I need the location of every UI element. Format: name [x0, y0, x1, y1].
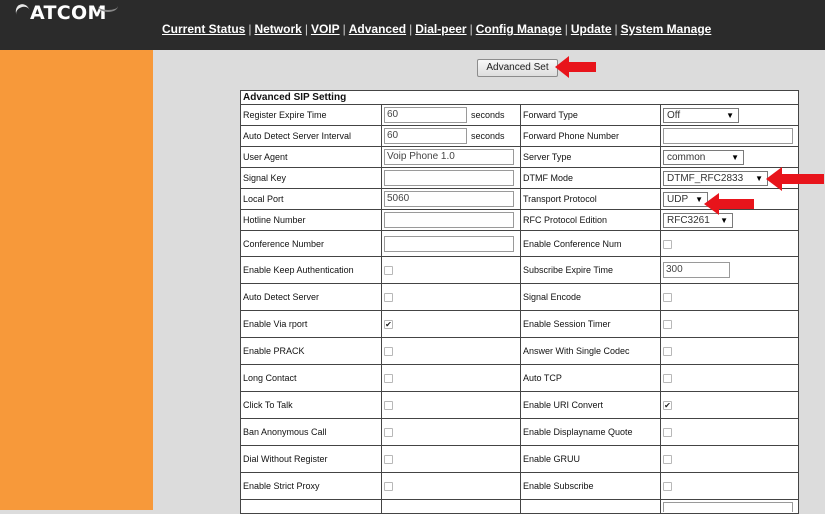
enable-strict-proxy-checkbox[interactable] — [384, 482, 393, 492]
label-register-expire-time: Register Expire Time — [240, 104, 382, 126]
label-transport-protocol: Transport Protocol — [520, 188, 661, 210]
hotline-number-input[interactable] — [384, 212, 514, 228]
ban-anonymous-call-checkbox[interactable] — [384, 428, 393, 438]
label-long-contact: Long Contact — [240, 364, 382, 392]
nav-current-status[interactable]: Current Status — [162, 22, 245, 36]
main-nav: Current Status | Network | VOIP | Advanced | Dia… — [162, 22, 712, 36]
label-rfc-protocol-edition: RFC Protocol Edition — [520, 209, 661, 231]
logo-arc-icon — [98, 0, 118, 12]
label-auto-tcp: Auto TCP — [520, 364, 661, 392]
label-dtmf-mode: DTMF Mode — [520, 167, 661, 189]
answer-with-single-codec-checkbox[interactable] — [663, 347, 672, 357]
label-answer-with-single-codec: Answer With Single Codec — [520, 337, 661, 365]
label-click-to-talk: Click To Talk — [240, 391, 382, 419]
local-port-input[interactable]: 5060 — [384, 191, 514, 207]
nav-update[interactable]: Update — [571, 22, 612, 36]
auto-tcp-checkbox[interactable] — [663, 374, 672, 384]
label-local-port: Local Port — [240, 188, 382, 210]
label-subscribe-expire-time: Subscribe Expire Time — [520, 256, 661, 284]
nav-config-manage[interactable]: Config Manage — [476, 22, 562, 36]
chevron-down-icon: ▼ — [720, 215, 728, 225]
label-signal-encode: Signal Encode — [520, 283, 661, 311]
forward-phone-number-input[interactable] — [663, 128, 793, 144]
conference-number-input[interactable] — [384, 235, 514, 252]
label-enable-gruu: Enable GRUU — [520, 445, 661, 473]
label-enable-via-rport: Enable Via rport — [240, 310, 382, 338]
forward-type-select[interactable]: Off ▼ — [663, 107, 739, 123]
label-signal-key: Signal Key — [240, 167, 382, 189]
advanced-sip-setting-table: Advanced SIP Setting Register Expire Tim… — [240, 90, 799, 514]
section-title: Advanced SIP Setting — [240, 90, 799, 105]
label-ban-anonymous-call: Ban Anonymous Call — [240, 418, 382, 446]
enable-gruu-checkbox[interactable] — [663, 455, 672, 465]
label-enable-keep-authentication: Enable Keep Authentication — [240, 256, 382, 284]
seconds-unit: seconds — [471, 131, 505, 141]
nav-advanced[interactable]: Advanced — [349, 22, 406, 36]
chevron-down-icon: ▼ — [731, 152, 739, 162]
click-to-talk-checkbox[interactable] — [384, 401, 393, 411]
nav-dial-peer[interactable]: Dial-peer — [415, 22, 466, 36]
enable-displayname-quote-checkbox[interactable] — [663, 428, 672, 438]
enable-uri-convert-checkbox[interactable]: ✔ — [663, 401, 672, 411]
label-enable-strict-proxy: Enable Strict Proxy — [240, 472, 382, 500]
enable-conference-num-checkbox[interactable] — [663, 239, 672, 249]
label-hotline-number: Hotline Number — [240, 209, 382, 231]
advanced-set-button[interactable]: Advanced Set — [477, 59, 558, 77]
enable-keep-authentication-checkbox[interactable] — [384, 266, 393, 276]
auto-detect-server-checkbox[interactable] — [384, 293, 393, 303]
enable-via-rport-checkbox[interactable]: ✔ — [384, 320, 393, 330]
signal-encode-checkbox[interactable] — [663, 293, 672, 303]
logo: ATCOM — [30, 2, 107, 24]
label-user-agent: User Agent — [240, 146, 382, 168]
chevron-down-icon: ▼ — [726, 110, 734, 120]
nav-voip[interactable]: VOIP — [311, 22, 340, 36]
label-enable-uri-convert: Enable URI Convert — [520, 391, 661, 419]
label-enable-conference-num: Enable Conference Num — [520, 230, 661, 257]
nav-network[interactable]: Network — [254, 22, 301, 36]
user-agent-input[interactable]: Voip Phone 1.0 — [384, 149, 514, 165]
auto-detect-server-interval-input[interactable]: 60 — [384, 128, 467, 144]
label-forward-type: Forward Type — [520, 104, 661, 126]
nav-system-manage[interactable]: System Manage — [621, 22, 712, 36]
enable-prack-checkbox[interactable] — [384, 347, 393, 357]
server-type-select[interactable]: common ▼ — [663, 149, 744, 165]
enable-session-timer-checkbox[interactable] — [663, 320, 672, 330]
cut-off-input[interactable] — [663, 501, 793, 512]
table-row-cut-off — [240, 499, 382, 514]
signal-key-input[interactable] — [384, 170, 514, 186]
label-enable-displayname-quote: Enable Displayname Quote — [520, 418, 661, 446]
top-bar: ATCOM Current Status | Network | VOIP | Advanc… — [0, 0, 825, 50]
register-expire-time-input[interactable]: 60 — [384, 107, 467, 123]
label-auto-detect-server: Auto Detect Server — [240, 283, 382, 311]
annotation-arrow-icon — [704, 193, 754, 215]
label-enable-prack: Enable PRACK — [240, 337, 382, 365]
dial-without-register-checkbox[interactable] — [384, 455, 393, 465]
transport-protocol-select[interactable]: UDP ▼ — [663, 191, 708, 207]
annotation-arrow-icon — [555, 56, 596, 78]
subscribe-expire-time-input[interactable]: 300 — [663, 262, 730, 278]
label-dial-without-register: Dial Without Register — [240, 445, 382, 473]
label-conference-number: Conference Number — [240, 230, 382, 257]
label-forward-phone-number: Forward Phone Number — [520, 125, 661, 147]
long-contact-checkbox[interactable] — [384, 374, 393, 384]
annotation-arrow-icon — [766, 167, 824, 191]
label-auto-detect-server-interval: Auto Detect Server Interval — [240, 125, 382, 147]
left-sidebar — [0, 50, 153, 510]
chevron-down-icon: ▼ — [695, 194, 703, 204]
seconds-unit: seconds — [471, 110, 505, 120]
label-enable-subscribe: Enable Subscribe — [520, 472, 661, 500]
dtmf-mode-select[interactable]: DTMF_RFC2833 ▼ — [663, 170, 768, 186]
chevron-down-icon: ▼ — [755, 173, 763, 183]
enable-subscribe-checkbox[interactable] — [663, 482, 672, 492]
label-server-type: Server Type — [520, 146, 661, 168]
label-enable-session-timer: Enable Session Timer — [520, 310, 661, 338]
